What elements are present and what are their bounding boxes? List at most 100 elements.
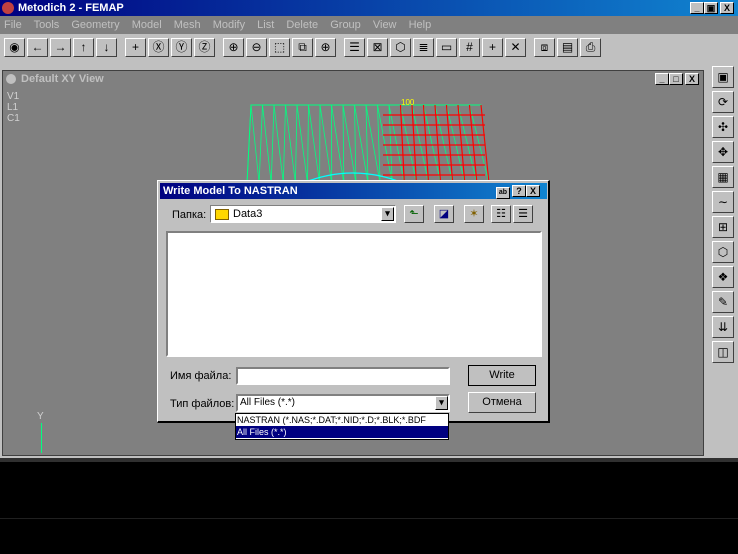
arrow-right-icon[interactable]: →: [50, 38, 71, 57]
file-list[interactable]: [166, 231, 542, 357]
arrow-down-icon[interactable]: ↓: [96, 38, 117, 57]
write-nastran-dialog: Write Model To NASTRAN ab? X Папка: Data3…: [157, 180, 550, 423]
menu-tools[interactable]: Tools: [34, 19, 60, 31]
filetype-value: All Files (*.*): [240, 397, 296, 408]
folder-select[interactable]: Data3 ▾: [210, 205, 396, 223]
dialog-close-button[interactable]: X: [526, 185, 540, 197]
menu-modify[interactable]: Modify: [213, 19, 245, 31]
folder-value: Data3: [233, 208, 263, 220]
arrow-left-icon[interactable]: ←: [27, 38, 48, 57]
desktop-button[interactable]: ◪: [434, 205, 454, 223]
caption-buttons: _ ▣ X: [690, 2, 736, 14]
view-labels: V1 L1 C1: [7, 91, 20, 124]
close-button[interactable]: X: [720, 2, 734, 14]
pen-icon[interactable]: ✎: [712, 291, 734, 313]
cancel-button-label: Отмена: [482, 396, 522, 408]
grid-icon[interactable]: #: [459, 38, 480, 57]
view-caption-buttons: _ □ X: [655, 73, 701, 85]
surface-icon[interactable]: ⊞: [712, 216, 734, 238]
zoom-box-icon[interactable]: ⬚: [269, 38, 290, 57]
menu-geometry[interactable]: Geometry: [71, 19, 119, 31]
node-icon[interactable]: ✣: [712, 116, 734, 138]
right-toolbar: ▣ ⟳ ✣ ✥ ▦ ∼ ⊞ ⬡ ❖ ✎ ⇊ ◫: [708, 66, 738, 366]
menu-mesh[interactable]: Mesh: [174, 19, 201, 31]
arrow-up-icon[interactable]: ↑: [73, 38, 94, 57]
menu-file[interactable]: File: [4, 19, 22, 31]
app-titlebar: Metodich 2 - FEMAP: [0, 0, 738, 16]
element-icon[interactable]: ✥: [712, 141, 734, 163]
app-title: Metodich 2 - FEMAP: [18, 2, 124, 14]
box-x-icon[interactable]: ⊠: [367, 38, 388, 57]
zoom-out-icon[interactable]: ⊖: [246, 38, 267, 57]
grid-3d-icon[interactable]: ❖: [712, 266, 734, 288]
view-label-v: V1: [7, 91, 20, 102]
view-title: Default XY View: [21, 73, 104, 85]
write-button-label: Write: [489, 369, 515, 381]
menu-view[interactable]: View: [373, 19, 397, 31]
view-label-c: C1: [7, 113, 20, 124]
zoom-in-icon[interactable]: ⊕: [223, 38, 244, 57]
menu-list[interactable]: List: [257, 19, 274, 31]
curve-icon[interactable]: ∼: [712, 191, 734, 213]
cube-icon[interactable]: ⬡: [390, 38, 411, 57]
view-close-button[interactable]: X: [685, 73, 699, 85]
menu-help[interactable]: Help: [409, 19, 432, 31]
app-icon: [2, 2, 14, 14]
view-icon: [6, 74, 16, 84]
load-icon[interactable]: ⇊: [712, 316, 734, 338]
clipboard-icon[interactable]: ▤: [557, 38, 578, 57]
cross-icon[interactable]: +: [482, 38, 503, 57]
minimize-button[interactable]: _: [690, 2, 704, 14]
window-icon[interactable]: ▭: [436, 38, 457, 57]
copy-icon[interactable]: ⧈: [534, 38, 555, 57]
menu-model[interactable]: Model: [132, 19, 162, 31]
dialog-tooltip-button[interactable]: ab: [496, 187, 510, 199]
new-folder-button[interactable]: ✶: [464, 205, 484, 223]
dialog-titlebar: Write Model To NASTRAN: [160, 183, 547, 199]
details-view-button[interactable]: ☰: [513, 205, 533, 223]
dropdown-option-selected[interactable]: All Files (*.*): [236, 426, 448, 438]
dialog-help-button[interactable]: ?: [512, 185, 526, 197]
rotate-x-icon[interactable]: Ⓧ: [148, 38, 169, 57]
axis-y-label: Y: [37, 411, 44, 422]
list-icon[interactable]: ☰: [344, 38, 365, 57]
save-icon[interactable]: ▣: [712, 66, 734, 88]
menu-group[interactable]: Group: [330, 19, 361, 31]
cancel-button[interactable]: Отмена: [468, 392, 536, 413]
write-button[interactable]: Write: [468, 365, 536, 386]
mesh-model: 100: [246, 98, 490, 184]
dropdown-option[interactable]: NASTRAN (*.NAS;*.DAT;*.NID;*.D;*.BLK;*.B…: [236, 414, 448, 426]
maximize-button[interactable]: ▣: [704, 2, 718, 14]
solid-icon[interactable]: ⬡: [712, 241, 734, 263]
axis-y-line: [41, 423, 42, 453]
plus-icon[interactable]: +: [125, 38, 146, 57]
center-icon[interactable]: ⊕: [315, 38, 336, 57]
camera-icon[interactable]: ◉: [4, 38, 25, 57]
filetype-chevron-down-icon[interactable]: ▾: [435, 396, 448, 410]
folder-icon: [215, 209, 229, 220]
zoom-fit-icon[interactable]: ⧉: [292, 38, 313, 57]
menu-delete[interactable]: Delete: [286, 19, 318, 31]
chevron-down-icon[interactable]: ▾: [381, 207, 394, 221]
dialog-title: Write Model To NASTRAN: [163, 185, 298, 197]
mesh-label: 100: [401, 98, 415, 107]
folder-label: Папка:: [172, 209, 207, 221]
screen-artifact: [0, 458, 738, 462]
x-icon[interactable]: ✕: [505, 38, 526, 57]
layers-icon[interactable]: ≣: [413, 38, 434, 57]
window-icon[interactable]: ◫: [712, 341, 734, 363]
view-label-l: L1: [7, 102, 19, 113]
up-folder-button[interactable]: ⬑: [404, 205, 424, 223]
view-maximize-button[interactable]: □: [669, 73, 683, 85]
rotate-icon[interactable]: ⟳: [712, 91, 734, 113]
view-minimize-button[interactable]: _: [655, 73, 669, 85]
mesh-icon[interactable]: ▦: [712, 166, 734, 188]
filename-input[interactable]: [236, 367, 450, 385]
printer-icon[interactable]: ⎙: [580, 38, 601, 57]
list-view-button[interactable]: ☷: [491, 205, 511, 223]
main-toolbar: ◉ ← → ↑ ↓ + Ⓧ Ⓨ Ⓩ ⊕ ⊖ ⬚ ⧉ ⊕ ☰ ⊠ ⬡ ≣ ▭ # + ✕ ⧈ ▤ ⎙: [4, 38, 734, 60]
menu-bar: File Tools Geometry Model Mesh Modify Li…: [0, 16, 738, 34]
filetype-select[interactable]: All Files (*.*) ▾: [236, 394, 450, 412]
rotate-y-icon[interactable]: Ⓨ: [171, 38, 192, 57]
rotate-z-icon[interactable]: Ⓩ: [194, 38, 215, 57]
